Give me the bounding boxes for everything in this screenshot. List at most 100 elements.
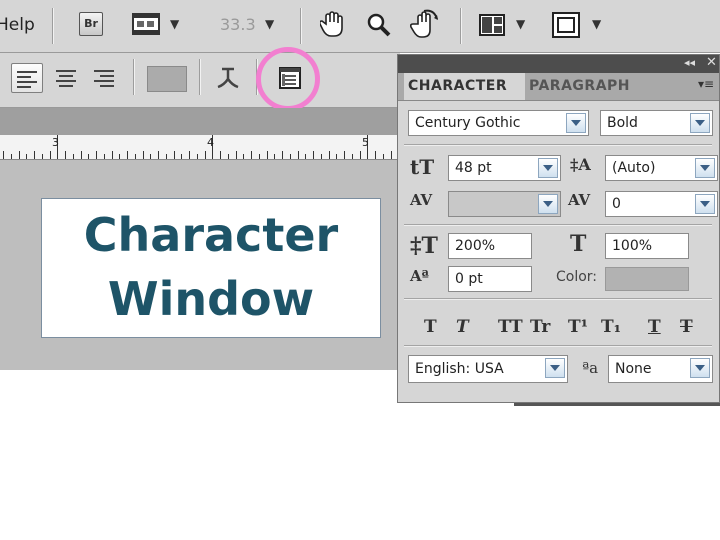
hand-icon[interactable] xyxy=(318,10,346,42)
ruler-tick xyxy=(336,154,338,159)
tab-character[interactable]: CHARACTER xyxy=(404,73,525,100)
language-select[interactable]: English: USA xyxy=(408,355,568,383)
tab-paragraph[interactable]: PARAGRAPH xyxy=(529,73,639,100)
separator xyxy=(199,59,201,95)
subscript-button[interactable]: T₁ xyxy=(601,317,621,337)
font-size-field[interactable]: 48 pt xyxy=(448,155,561,181)
application-bar: Help Br ▼ 33.3 ▼ ▼ ▼ xyxy=(0,0,720,53)
ruler-tick xyxy=(220,151,221,159)
leading-field[interactable]: (Auto) xyxy=(605,155,718,181)
horizontal-scale-field[interactable]: 100% xyxy=(605,233,689,259)
divider xyxy=(404,345,712,347)
vertical-scale-field[interactable]: 200% xyxy=(448,233,532,259)
zoom-level[interactable]: 33.3 xyxy=(220,15,256,34)
leading-value: (Auto) xyxy=(612,160,656,176)
ruler-tick xyxy=(274,154,276,159)
screen-mode-icon[interactable] xyxy=(552,12,580,42)
font-style-value: Bold xyxy=(607,115,638,131)
ruler-tick xyxy=(382,154,384,159)
ruler-tick xyxy=(10,154,12,159)
faux-bold-button[interactable]: T xyxy=(424,317,437,337)
vertical-scale-value: 200% xyxy=(455,238,496,254)
ruler-label: 3 xyxy=(52,136,59,149)
panel-menu-icon[interactable]: ▾≡ xyxy=(698,77,714,91)
small-caps-button[interactable]: Tr xyxy=(530,317,550,337)
chevron-down-icon[interactable]: ▼ xyxy=(265,17,274,31)
horizontal-scale-value: 100% xyxy=(612,238,653,254)
kerning-icon: AV xyxy=(410,191,433,209)
text-color-swatch[interactable] xyxy=(147,66,187,92)
panel-tabs: CHARACTER PARAGRAPH ▾≡ xyxy=(398,73,719,101)
align-center-button[interactable] xyxy=(51,63,81,91)
separator xyxy=(52,8,54,44)
ruler-tick xyxy=(282,151,283,159)
bridge-button[interactable]: Br xyxy=(79,12,103,36)
divider xyxy=(404,298,712,300)
chevron-down-icon[interactable]: ▼ xyxy=(170,17,179,31)
canvas-text-line-1: Character xyxy=(83,208,339,262)
ruler-label: 5 xyxy=(362,136,369,149)
ruler-tick xyxy=(150,154,152,159)
ruler-tick xyxy=(344,151,345,159)
ruler-tick xyxy=(375,151,376,159)
zoom-icon[interactable] xyxy=(366,12,392,42)
arrange-documents-icon[interactable] xyxy=(479,14,505,40)
ruler-tick xyxy=(142,151,144,159)
faux-italic-button[interactable]: T xyxy=(456,317,469,337)
ruler-tick xyxy=(328,151,330,159)
chevron-down-icon[interactable] xyxy=(690,113,710,133)
ruler-tick xyxy=(196,154,198,159)
ruler-tick xyxy=(227,154,229,159)
chevron-down-icon[interactable] xyxy=(566,113,586,133)
ruler-tick xyxy=(297,151,299,159)
text-layer-box[interactable]: Character Window xyxy=(41,198,381,338)
anti-alias-select[interactable]: None xyxy=(608,355,713,383)
underline-button[interactable]: T xyxy=(648,317,661,337)
help-menu[interactable]: Help xyxy=(0,15,35,35)
ruler-tick xyxy=(266,151,268,159)
ruler-tick xyxy=(26,154,28,159)
horizontal-scale-icon: T xyxy=(570,231,587,257)
panel-header[interactable]: ◂◂ ✕ xyxy=(398,55,719,73)
collapse-icon[interactable]: ◂◂ xyxy=(684,56,695,69)
ruler-tick xyxy=(165,154,167,159)
ruler-tick xyxy=(119,154,121,159)
ruler-tick xyxy=(18,151,20,159)
strikethrough-button[interactable]: T xyxy=(680,317,693,337)
chevron-down-icon[interactable] xyxy=(695,194,715,214)
kerning-field[interactable] xyxy=(448,191,561,217)
ruler-tick xyxy=(41,154,43,159)
chevron-down-icon[interactable]: ▼ xyxy=(516,17,525,31)
character-panel: ◂◂ ✕ CHARACTER PARAGRAPH ▾≡ Century Goth… xyxy=(397,54,720,403)
rotate-view-icon[interactable] xyxy=(409,8,440,44)
window-edge xyxy=(514,403,720,406)
film-icon[interactable] xyxy=(132,12,162,36)
chevron-down-icon[interactable] xyxy=(695,158,715,178)
font-family-select[interactable]: Century Gothic xyxy=(408,110,589,136)
warp-text-icon[interactable] xyxy=(216,65,242,95)
highlight-circle xyxy=(256,47,320,111)
ruler-tick xyxy=(251,151,252,159)
baseline-shift-field[interactable]: 0 pt xyxy=(448,266,532,292)
tracking-field[interactable]: 0 xyxy=(605,191,718,217)
superscript-button[interactable]: T¹ xyxy=(568,317,588,337)
leading-icon: ‡A xyxy=(570,155,591,174)
font-style-select[interactable]: Bold xyxy=(600,110,713,136)
chevron-down-icon[interactable] xyxy=(690,358,710,378)
color-swatch[interactable] xyxy=(605,267,689,291)
ruler-tick xyxy=(181,154,183,159)
ruler-tick xyxy=(34,151,35,159)
ruler-tick xyxy=(49,151,51,159)
chevron-down-icon[interactable] xyxy=(545,358,565,378)
divider xyxy=(404,224,712,226)
close-icon[interactable]: ✕ xyxy=(706,55,717,70)
ruler-tick xyxy=(127,151,128,159)
chevron-down-icon[interactable] xyxy=(538,194,558,214)
chevron-down-icon[interactable] xyxy=(538,158,558,178)
font-size-value: 48 pt xyxy=(455,160,492,176)
align-left-button[interactable] xyxy=(11,63,43,93)
align-right-button[interactable] xyxy=(89,63,119,91)
all-caps-button[interactable]: TT xyxy=(498,317,523,337)
ruler-tick xyxy=(80,151,82,159)
chevron-down-icon[interactable]: ▼ xyxy=(592,17,601,31)
